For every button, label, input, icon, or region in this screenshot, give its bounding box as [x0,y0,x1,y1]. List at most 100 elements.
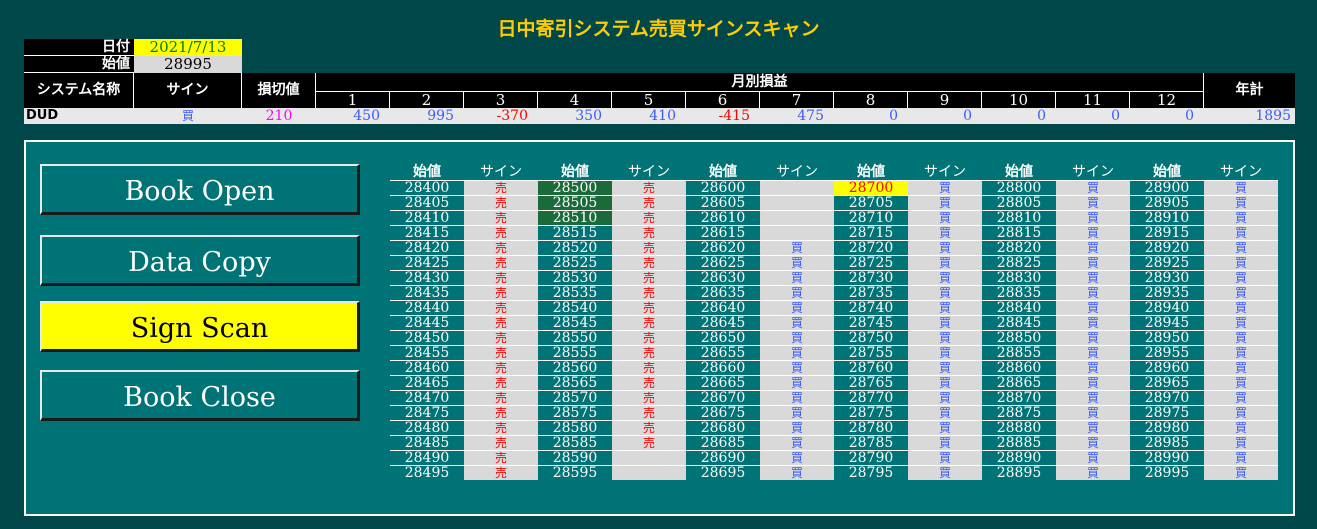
price-cell[interactable]: 28485 [390,436,464,450]
sign-cell[interactable]: 買 [1204,331,1278,345]
price-cell[interactable]: 28440 [390,301,464,315]
sign-cell[interactable]: 買 [908,391,982,405]
sign-cell[interactable]: 売 [612,331,686,345]
price-cell[interactable]: 28585 [538,436,612,450]
price-cell[interactable]: 28480 [390,421,464,435]
sign-cell[interactable]: 売 [464,271,538,285]
sign-cell[interactable]: 買 [1204,256,1278,270]
price-cell[interactable]: 28545 [538,316,612,330]
sign-cell[interactable]: 買 [760,331,834,345]
price-cell[interactable]: 28590 [538,451,612,465]
price-cell[interactable]: 28730 [834,271,908,285]
price-cell[interactable]: 28710 [834,211,908,225]
sign-cell[interactable]: 買 [1204,211,1278,225]
price-cell[interactable]: 28805 [982,196,1056,210]
price-cell[interactable]: 28465 [390,376,464,390]
sign-cell[interactable]: 買 [908,466,982,480]
sign-cell[interactable]: 買 [1056,181,1130,195]
price-cell[interactable]: 28935 [1130,286,1204,300]
price-cell[interactable]: 28635 [686,286,760,300]
sign-cell[interactable]: 買 [760,391,834,405]
price-cell[interactable]: 28860 [982,361,1056,375]
sign-cell[interactable]: 売 [612,211,686,225]
price-cell[interactable]: 28510 [538,211,612,225]
sign-cell[interactable]: 買 [760,301,834,315]
sign-cell[interactable]: 売 [464,286,538,300]
price-cell[interactable]: 28905 [1130,196,1204,210]
price-cell[interactable]: 28795 [834,466,908,480]
sign-cell[interactable]: 買 [908,451,982,465]
price-cell[interactable]: 28865 [982,376,1056,390]
sign-cell[interactable]: 買 [908,196,982,210]
sign-cell[interactable]: 買 [760,436,834,450]
sign-cell[interactable]: 買 [1056,406,1130,420]
price-cell[interactable]: 28850 [982,331,1056,345]
sign-cell[interactable] [612,451,686,465]
sign-cell[interactable]: 売 [464,241,538,255]
price-cell[interactable]: 28790 [834,451,908,465]
sign-cell[interactable]: 買 [908,271,982,285]
price-cell[interactable]: 28945 [1130,316,1204,330]
sign-cell[interactable]: 買 [1056,376,1130,390]
price-cell[interactable]: 28890 [982,451,1056,465]
sign-cell[interactable]: 買 [760,256,834,270]
sign-cell[interactable]: 売 [464,211,538,225]
price-cell[interactable]: 28615 [686,226,760,240]
price-cell[interactable]: 28455 [390,346,464,360]
price-cell[interactable]: 28755 [834,346,908,360]
sign-cell[interactable]: 買 [1056,361,1130,375]
data-copy-button[interactable]: Data Copy [40,235,360,286]
sign-cell[interactable]: 買 [760,241,834,255]
sign-cell[interactable]: 買 [1204,241,1278,255]
price-cell[interactable]: 28535 [538,286,612,300]
sign-cell[interactable]: 売 [464,181,538,195]
sign-cell[interactable]: 買 [760,271,834,285]
price-cell[interactable]: 28450 [390,331,464,345]
sign-cell[interactable]: 売 [612,271,686,285]
sign-cell[interactable]: 買 [908,406,982,420]
price-cell[interactable]: 28705 [834,196,908,210]
price-cell[interactable]: 28740 [834,301,908,315]
price-cell[interactable]: 28825 [982,256,1056,270]
sign-cell[interactable]: 買 [1204,301,1278,315]
price-cell[interactable]: 28920 [1130,241,1204,255]
price-cell[interactable]: 28610 [686,211,760,225]
sign-cell[interactable] [760,211,834,225]
price-cell[interactable]: 28870 [982,391,1056,405]
price-cell[interactable]: 28595 [538,466,612,480]
price-cell[interactable]: 28620 [686,241,760,255]
price-cell[interactable]: 28835 [982,286,1056,300]
open-value[interactable]: 28995 [134,56,242,73]
price-cell[interactable]: 28715 [834,226,908,240]
price-cell[interactable]: 28910 [1130,211,1204,225]
sign-cell[interactable]: 売 [464,226,538,240]
sign-cell[interactable]: 買 [1056,436,1130,450]
price-cell[interactable]: 28445 [390,316,464,330]
sign-cell[interactable]: 売 [464,361,538,375]
price-cell[interactable]: 28800 [982,181,1056,195]
sign-cell[interactable]: 買 [908,331,982,345]
sign-cell[interactable]: 買 [908,436,982,450]
price-cell[interactable]: 28750 [834,331,908,345]
sign-cell[interactable]: 売 [612,346,686,360]
price-cell[interactable]: 28940 [1130,301,1204,315]
sign-cell[interactable]: 買 [1204,391,1278,405]
price-cell[interactable]: 28820 [982,241,1056,255]
price-cell[interactable]: 28970 [1130,391,1204,405]
price-cell[interactable]: 28490 [390,451,464,465]
sign-cell[interactable]: 売 [612,406,686,420]
sign-cell[interactable]: 買 [1204,406,1278,420]
price-cell[interactable]: 28475 [390,406,464,420]
sign-cell[interactable]: 買 [1056,331,1130,345]
sign-cell[interactable]: 売 [464,331,538,345]
price-cell[interactable]: 28960 [1130,361,1204,375]
price-cell[interactable]: 28425 [390,256,464,270]
price-cell[interactable]: 28405 [390,196,464,210]
price-cell[interactable]: 28880 [982,421,1056,435]
price-cell[interactable]: 28995 [1130,466,1204,480]
price-cell[interactable]: 28915 [1130,226,1204,240]
sign-cell[interactable]: 買 [1204,466,1278,480]
price-cell[interactable]: 28520 [538,241,612,255]
price-cell[interactable]: 28430 [390,271,464,285]
price-cell[interactable]: 28670 [686,391,760,405]
